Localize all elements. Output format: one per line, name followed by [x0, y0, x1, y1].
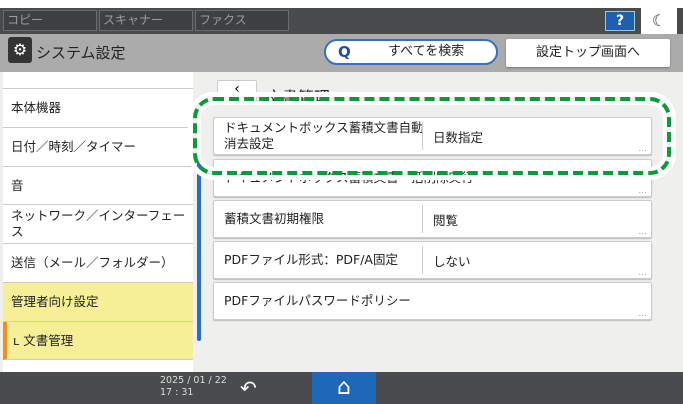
- search-all-button[interactable]: Q すべてを検索: [324, 39, 498, 65]
- sidebar-item-partial[interactable]: [3, 72, 193, 89]
- search-label: すべてを検索: [388, 44, 465, 59]
- home-icon[interactable]: ⌂: [312, 372, 376, 404]
- search-icon: Q: [338, 43, 351, 61]
- system-bar: 2025 / 01 / 22 17 : 31 ↶ ⌂: [0, 372, 683, 404]
- row-label: PDFファイルパスワードポリシー: [224, 293, 411, 308]
- highlight-annotation: [188, 92, 676, 180]
- tab-fax[interactable]: ファクス: [195, 10, 289, 31]
- datetime: 2025 / 01 / 22 17 : 31: [160, 375, 227, 399]
- help-button[interactable]: ?: [605, 11, 635, 31]
- more-icon: ...: [638, 227, 647, 237]
- sidebar-item-network[interactable]: ネットワーク／インターフェース: [3, 205, 193, 244]
- sidebar[interactable]: 本体機器 日付／時刻／タイマー 音 ネットワーク／インターフェース 送信（メール…: [3, 72, 193, 372]
- sidebar-item-sound[interactable]: 音: [3, 167, 193, 205]
- row-label: PDFファイル形式：PDF/A固定: [224, 252, 398, 267]
- settings-top-button[interactable]: 設定トップ画面へ: [506, 39, 670, 67]
- back-icon[interactable]: ↶: [240, 376, 257, 400]
- tab-scanner[interactable]: スキャナー: [99, 10, 193, 31]
- moon-icon[interactable]: ☾: [641, 8, 677, 34]
- more-icon: ...: [638, 186, 647, 196]
- setting-row-pdfa[interactable]: PDFファイル形式：PDF/A固定 しない ...: [213, 241, 652, 279]
- more-icon: ...: [638, 309, 647, 319]
- header: ⚙ システム設定 Q すべてを検索 設定トップ画面へ: [0, 34, 683, 72]
- row-label: 蓄積文書初期権限: [224, 211, 325, 226]
- function-tabs-bar: コピー スキャナー ファクス ? ☾: [0, 8, 683, 34]
- setting-row-default-permission[interactable]: 蓄積文書初期権限 閲覧 ...: [213, 200, 652, 238]
- row-value: しない: [422, 246, 471, 274]
- sidebar-item-send[interactable]: 送信（メール／フォルダー）: [3, 244, 193, 283]
- sidebar-item-admin[interactable]: 管理者向け設定: [3, 283, 193, 322]
- date-text: 2025 / 01 / 22: [160, 375, 227, 386]
- gear-icon: ⚙: [8, 37, 32, 63]
- more-icon: ...: [638, 268, 647, 278]
- sidebar-item-document-management[interactable]: ʟ 文書管理: [3, 322, 193, 360]
- time-text: 17 : 31: [160, 387, 194, 398]
- tab-copy[interactable]: コピー: [3, 10, 97, 31]
- row-value: 閲覧: [422, 205, 458, 233]
- page-title: システム設定: [36, 44, 126, 62]
- sidebar-item-datetime[interactable]: 日付／時刻／タイマー: [3, 128, 193, 167]
- setting-row-pdf-password[interactable]: PDFファイルパスワードポリシー ...: [213, 282, 652, 320]
- sidebar-item-device[interactable]: 本体機器: [3, 89, 193, 128]
